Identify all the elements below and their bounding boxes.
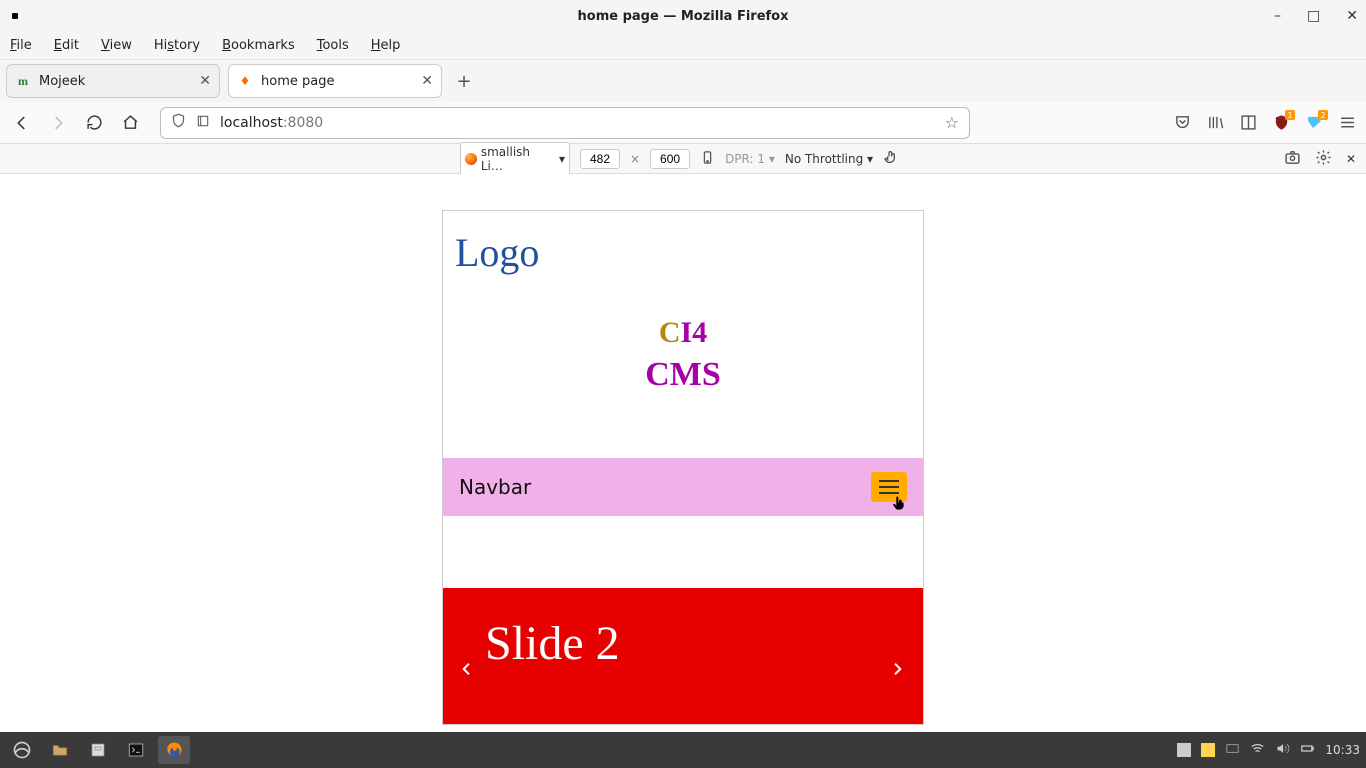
hero-c: C <box>659 316 681 349</box>
viewport-height-input[interactable] <box>650 149 690 169</box>
window-title: home page — Mozilla Firefox <box>0 9 1366 24</box>
tab-title: home page <box>261 74 421 89</box>
files-button[interactable] <box>44 736 76 764</box>
hero-heading: CI4 CMS <box>443 316 923 394</box>
hero-i4: I4 <box>680 316 707 349</box>
menu-help[interactable]: Help <box>371 38 401 53</box>
window-close-button[interactable]: ✕ <box>1346 8 1358 24</box>
rotate-icon[interactable] <box>700 150 715 168</box>
navbar-toggle-button[interactable] <box>871 472 907 502</box>
start-menu-button[interactable] <box>6 736 38 764</box>
tray-battery-icon[interactable] <box>1300 741 1315 759</box>
site-navbar: Navbar <box>443 458 923 516</box>
chevron-down-icon: ▾ <box>559 152 565 166</box>
notification-icon[interactable]: 2 <box>1306 114 1323 131</box>
tab-title: Mojeek <box>39 74 199 89</box>
reload-button[interactable] <box>82 111 106 135</box>
tab-close-button[interactable]: ✕ <box>199 73 211 89</box>
tray-volume-icon[interactable] <box>1275 741 1290 759</box>
back-button[interactable] <box>10 111 34 135</box>
window-minimize-button[interactable]: – <box>1274 8 1281 24</box>
tray-disk-icon[interactable] <box>1225 741 1240 759</box>
device-select[interactable]: smallish Li… ▾ <box>460 142 570 176</box>
tray-clock[interactable]: 10:33 <box>1325 743 1360 757</box>
dimension-separator: × <box>630 152 640 166</box>
notification-badge: 2 <box>1318 110 1328 120</box>
throttling-select[interactable]: No Throttling ▾ <box>785 152 873 166</box>
url-text: localhost:8080 <box>220 115 323 131</box>
menu-view[interactable]: View <box>101 38 132 53</box>
reader-view-icon[interactable] <box>1240 114 1257 131</box>
hero-cms: CMS <box>443 356 923 394</box>
slide-title: Slide 2 <box>485 616 881 671</box>
carousel-prev-button[interactable] <box>459 658 475 683</box>
carousel-slide: Slide 2 <box>443 588 923 724</box>
dpr-select[interactable]: DPR: 1 ▾ <box>725 152 775 166</box>
codeigniter-favicon-icon: ♦ <box>237 73 253 89</box>
firefox-button[interactable] <box>158 736 190 764</box>
window-maximize-button[interactable]: □ <box>1307 8 1320 24</box>
tab-close-button[interactable]: ✕ <box>421 73 433 89</box>
tab-mojeek[interactable]: m Mojeek ✕ <box>6 64 220 98</box>
responsive-viewport: Logo CI4 CMS Navbar Slide 2 <box>442 210 924 725</box>
shield-icon <box>171 113 186 132</box>
address-bar: localhost:8080 ☆ 1 2 <box>0 102 1366 144</box>
menu-bar: File Edit View History Bookmarks Tools H… <box>0 32 1366 60</box>
menu-history[interactable]: History <box>154 38 200 53</box>
tab-home-page[interactable]: ♦ home page ✕ <box>228 64 442 98</box>
url-input[interactable]: localhost:8080 ☆ <box>160 107 970 139</box>
home-button[interactable] <box>118 111 142 135</box>
close-rdm-button[interactable]: ✕ <box>1346 152 1356 166</box>
navbar-brand[interactable]: Navbar <box>459 475 531 499</box>
menu-edit[interactable]: Edit <box>54 38 79 53</box>
forward-button <box>46 111 70 135</box>
new-tab-button[interactable]: + <box>450 67 478 95</box>
archive-button[interactable] <box>82 736 114 764</box>
app-menu-button[interactable] <box>1339 114 1356 131</box>
screenshot-icon[interactable] <box>1284 149 1301 169</box>
tray-wifi-icon[interactable] <box>1250 741 1265 759</box>
terminal-button[interactable] <box>120 736 152 764</box>
bookmark-star-icon[interactable]: ☆ <box>945 113 959 132</box>
device-label: smallish Li… <box>481 145 555 173</box>
menu-file[interactable]: File <box>10 38 32 53</box>
ublock-icon[interactable]: 1 <box>1273 114 1290 131</box>
menu-bookmarks[interactable]: Bookmarks <box>222 38 295 53</box>
site-logo[interactable]: Logo <box>443 211 923 276</box>
carousel-next-button[interactable] <box>889 658 905 683</box>
ublock-badge: 1 <box>1285 110 1295 120</box>
menu-tools[interactable]: Tools <box>317 38 349 53</box>
pocket-icon[interactable] <box>1174 114 1191 131</box>
settings-icon[interactable] <box>1315 149 1332 169</box>
touch-icon[interactable] <box>883 149 899 168</box>
firefox-icon <box>465 153 477 165</box>
tab-bar: m Mojeek ✕ ♦ home page ✕ + <box>0 60 1366 102</box>
library-icon[interactable] <box>1207 114 1224 131</box>
lock-icon <box>196 114 210 132</box>
viewport-width-input[interactable] <box>580 149 620 169</box>
tray-app2-icon[interactable] <box>1201 743 1215 757</box>
responsive-design-toolbar: smallish Li… ▾ × DPR: 1 ▾ No Throttling … <box>0 144 1366 174</box>
taskbar: 10:33 <box>0 732 1366 768</box>
mojeek-favicon-icon: m <box>15 73 31 89</box>
tray-app1-icon[interactable] <box>1177 743 1191 757</box>
